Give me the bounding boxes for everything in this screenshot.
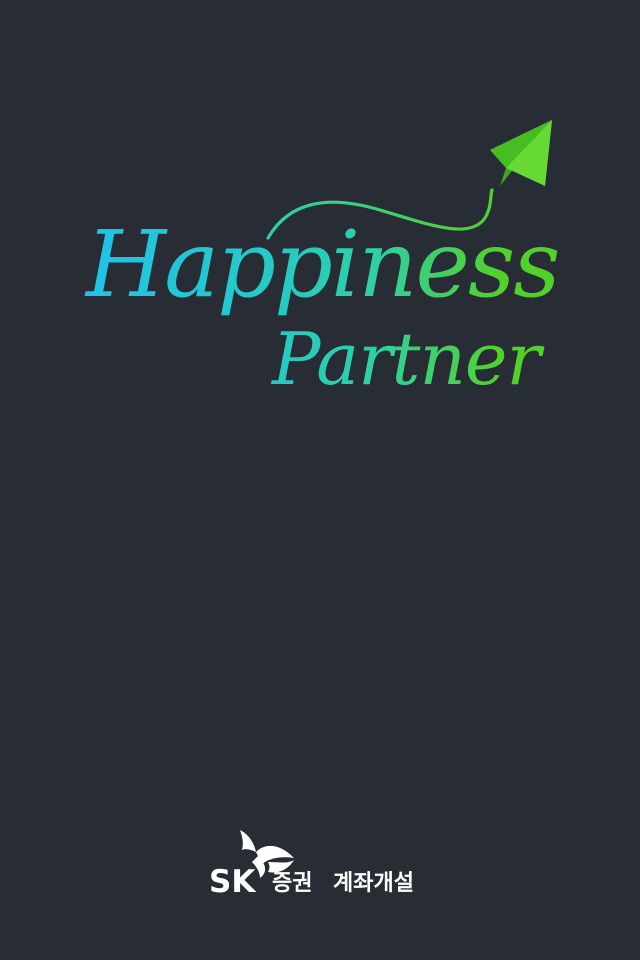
account-opening-label[interactable]: 계좌개설 <box>333 870 414 898</box>
paper-airplane-icon <box>490 120 552 186</box>
sk-logo-letters: SK <box>209 864 256 900</box>
brand-label: 증권 <box>272 871 313 896</box>
slogan-artwork: Happiness Partner <box>84 120 560 401</box>
splash-screen: Happiness Partner SK 증권 계좌개설 <box>0 0 640 960</box>
slogan-line-2: Partner <box>270 317 544 401</box>
account-opening-footer[interactable]: SK 증권 계좌개설 <box>0 826 640 906</box>
slogan-line-1: Happiness <box>84 211 558 318</box>
